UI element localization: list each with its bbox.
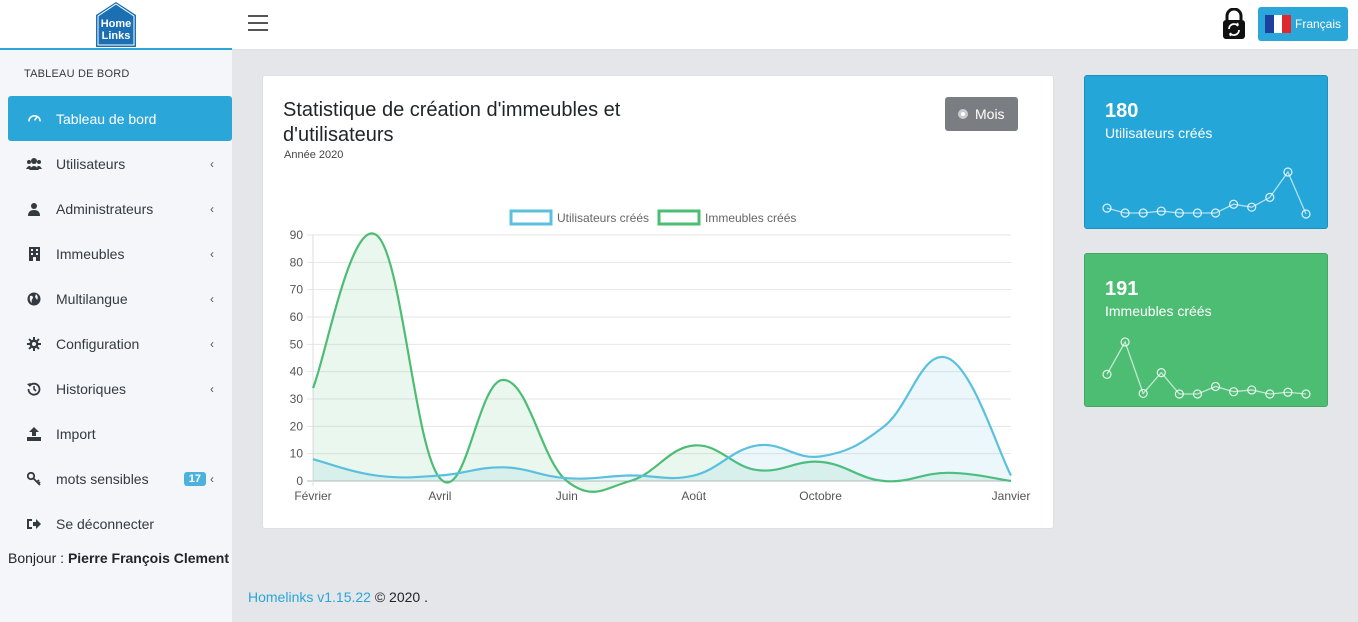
chevron-left-icon: ‹ [210,336,214,351]
sidebar-item-label: Tableau de bord [56,110,157,127]
sidebar-item-se-deconnecter[interactable]: Se déconnecter [0,501,232,546]
france-flag-icon [1265,15,1292,33]
x-tick-label: Août [681,489,706,503]
buildings-created-card: 191 Immeubles créés [1084,253,1328,407]
greeting-user-name: Pierre François Clement [67,550,229,566]
user-greeting: Bonjour : Pierre François Clement [8,550,229,566]
sidebar-item-multilangue[interactable]: Multilangue ‹ [0,276,232,321]
legend-swatch [657,209,701,226]
sidebar-item-label: Immeubles [56,245,125,262]
count-badge: 17 [183,471,206,486]
sign-out-icon [26,516,42,532]
lock-refresh-icon[interactable] [1222,7,1246,40]
globe-icon [26,291,42,307]
chevron-left-icon: ‹ [210,246,214,261]
x-tick-label: Janvier [992,489,1031,503]
x-tick-label: Avril [428,489,451,503]
sidebar-item-label: Utilisateurs [56,155,126,172]
greeting-prefix: Bonjour : [8,550,68,566]
legend-label: Utilisateurs créés [557,211,649,225]
y-tick-label: 70 [290,283,304,297]
sidebar-item-label: Administrateurs [56,200,154,217]
language-label: Français [1295,17,1342,31]
chevron-left-icon: ‹ [210,291,214,306]
sidebar-item-tableau-de-bord[interactable]: Tableau de bord [8,96,232,141]
sidebar-item-label: Import [56,425,96,442]
sidebar: Home Links TABLEAU DE BORD Tableau de bo… [0,0,232,622]
chevron-left-icon: ‹ [210,381,214,396]
period-toggle-label: Mois [975,106,1005,122]
logo-text-links: Links [102,30,131,42]
x-tick-label: Juin [556,489,578,503]
language-select-button[interactable]: Français [1258,7,1348,41]
user-icon [26,201,42,217]
buildings-sparkline [1102,337,1311,399]
sidebar-item-historiques[interactable]: Historiques ‹ [0,366,232,411]
sparkline-point [1102,369,1112,379]
building-icon [26,246,42,262]
key-icon [26,471,42,487]
logo-text-home: Home [101,18,132,30]
sidebar-item-import[interactable]: Import [0,411,232,456]
y-tick-label: 50 [290,337,304,351]
sidebar-item-label: mots sensibles [56,470,149,487]
sidebar-item-mots-sensibles[interactable]: mots sensibles 17 ‹ [0,456,232,501]
chevron-left-icon: ‹ [210,156,214,171]
top-navbar: Français [232,0,1358,50]
logo-container: Home Links [0,0,232,50]
sidebar-item-label: Se déconnecter [56,515,155,532]
statistics-chart-card: 0 10 20 30 40 50 60 70 80 90 Février Avril Juin Août O… [262,75,1054,529]
sparkline-line [1106,170,1307,215]
x-tick-label: Février [294,489,331,503]
chart-title: Statistique de création d'immeubles et d… [283,99,621,146]
y-tick-label: 20 [290,419,304,433]
legend-label: Immeubles créés [705,211,796,225]
y-tick-label: 60 [290,310,304,324]
chevron-left-icon: ‹ [210,201,214,216]
sidebar-item-label: Configuration [56,335,140,352]
sidebar-item-utilisateurs[interactable]: Utilisateurs ‹ [0,141,232,186]
y-tick-label: 80 [290,255,304,269]
y-tick-label: 90 [290,228,304,242]
copyright-text: © 2020 . [374,589,428,605]
sidebar-item-administrateurs[interactable]: Administrateurs ‹ [0,186,232,231]
speedometer-icon [26,111,42,127]
period-toggle-button[interactable]: Mois [945,97,1018,131]
users-sparkline [1102,167,1311,219]
x-tick-label: Octobre [799,489,842,503]
gear-icon [26,336,42,352]
sidebar-item-label: Historiques [56,380,127,397]
radio-icon [958,109,968,119]
history-icon [26,381,42,397]
chevron-left-icon: ‹ [210,471,214,486]
y-tick-label: 30 [290,392,304,406]
y-tick-label: 0 [296,474,303,488]
version-link[interactable]: Homelinks v1.15.22 [248,589,371,605]
y-tick-label: 10 [290,447,304,461]
chart-subtitle: Année 2020 [284,149,344,161]
sparkline-line [1106,340,1307,395]
upload-icon [26,426,42,442]
users-icon [26,156,42,172]
footer: Homelinks v1.15.22 © 2020 . [248,589,428,605]
sidebar-section-title: TABLEAU DE BORD [24,68,130,80]
sidebar-item-immeubles[interactable]: Immeubles ‹ [0,231,232,276]
sidebar-item-label: Multilangue [56,290,128,307]
legend-swatch [509,209,553,226]
y-tick-label: 40 [290,365,304,379]
hamburger-menu-icon[interactable] [248,15,268,33]
users-created-card: 180 Utilisateurs créés [1084,75,1328,229]
homelinks-logo[interactable]: Home Links [95,1,137,47]
sidebar-item-configuration[interactable]: Configuration ‹ [0,321,232,366]
